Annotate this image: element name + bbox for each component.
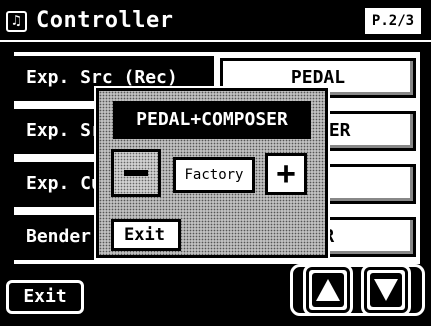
header-divider	[0, 40, 431, 42]
popup-title: PEDAL+COMPOSER	[113, 101, 311, 139]
decrement-button[interactable]	[111, 149, 161, 197]
popup-exit-button[interactable]: Exit	[111, 219, 181, 251]
factory-reset-button[interactable]: Factory	[173, 157, 255, 193]
scroll-down-button[interactable]	[361, 264, 411, 316]
exit-button[interactable]: Exit	[6, 280, 84, 314]
music-note-icon: ♫	[6, 11, 27, 32]
up-arrow-icon	[312, 273, 344, 307]
value-popup-dialog: PEDAL+COMPOSER Factory + Exit	[94, 86, 330, 260]
page-title: Controller	[36, 8, 174, 33]
increment-button[interactable]: +	[265, 153, 307, 195]
minus-icon	[124, 170, 148, 176]
scroll-up-button[interactable]	[303, 264, 353, 316]
page-indicator: P.2/3	[365, 8, 421, 34]
header-bar: ♫ Controller P.2/3	[0, 0, 431, 42]
down-arrow-icon	[370, 273, 402, 307]
